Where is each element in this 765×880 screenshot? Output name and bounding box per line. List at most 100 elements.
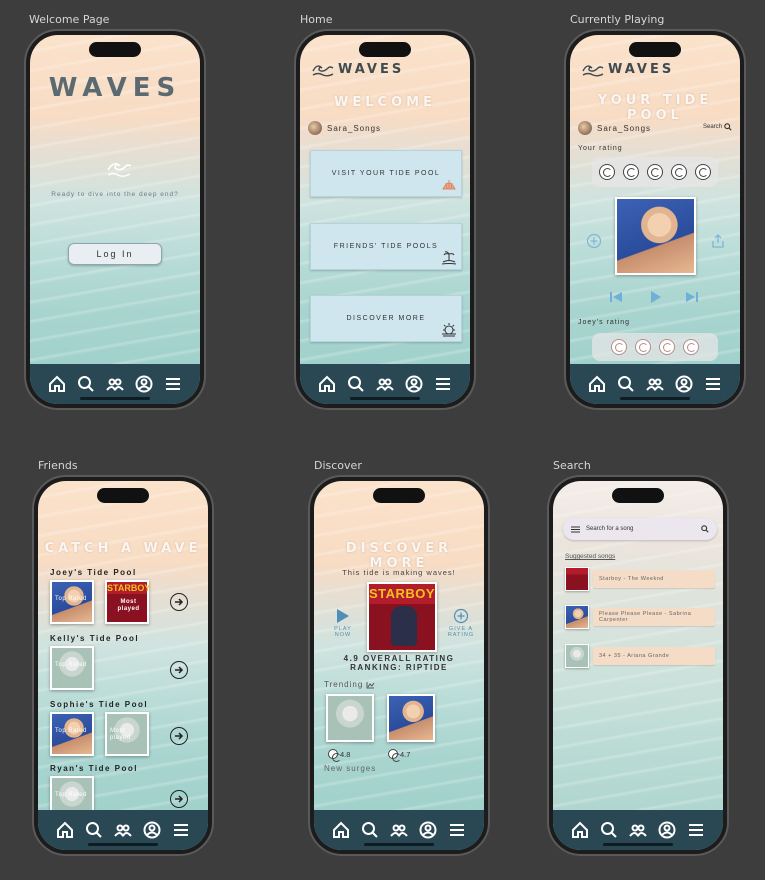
search-placeholder: Search for a song [586, 526, 634, 532]
search-icon[interactable] [616, 374, 636, 394]
search-icon[interactable] [346, 374, 366, 394]
frame-label-home: Home [300, 13, 333, 26]
add-circle-icon[interactable] [586, 233, 602, 249]
search-icon[interactable] [76, 374, 96, 394]
rating-swirl-icon[interactable] [671, 164, 687, 180]
open-pool-arrow-icon[interactable] [170, 727, 188, 745]
play-now-label[interactable]: PLAY NOW [326, 626, 360, 638]
friends-icon[interactable] [389, 820, 409, 840]
suggested-song[interactable]: Starboy - The Weeknd [593, 570, 715, 588]
suggested-song[interactable]: Please Please Please - Sabrina Carpenter [593, 608, 715, 626]
profile-icon[interactable] [657, 820, 677, 840]
tile-label: Most played [110, 728, 131, 741]
menu-icon[interactable] [433, 374, 453, 394]
menu-icon[interactable] [703, 374, 723, 394]
search-link[interactable]: Search [703, 123, 732, 131]
album-art [615, 197, 696, 275]
login-button[interactable]: Log In [68, 243, 162, 265]
home-icon[interactable] [55, 820, 75, 840]
friends-icon[interactable] [645, 374, 665, 394]
tile-label: Top Rated [55, 792, 87, 798]
song-thumb[interactable] [565, 605, 589, 629]
rating-swirl-icon[interactable] [647, 164, 663, 180]
frame-label-playing: Currently Playing [570, 13, 665, 26]
tile-most-played[interactable]: Most played [105, 712, 149, 756]
song-thumb[interactable] [565, 644, 589, 668]
open-pool-arrow-icon[interactable] [170, 593, 188, 611]
search-icon[interactable] [360, 820, 380, 840]
add-circle-icon[interactable] [453, 608, 469, 624]
tile-top-rated[interactable]: Top Rated [50, 646, 94, 690]
playing-heading: YOUR TIDE POOL [597, 93, 713, 123]
bottom-navbar [314, 810, 484, 850]
tile-top-rated[interactable]: Top Rated [50, 580, 94, 624]
overall-rating: 4.9 OVERALL RATING RANKING: RIPTIDE [314, 654, 484, 672]
profile-icon[interactable] [674, 374, 694, 394]
rating-swirl-icon[interactable] [623, 164, 639, 180]
profile-icon[interactable] [134, 374, 154, 394]
menu-icon[interactable] [686, 820, 706, 840]
your-rating-widget[interactable] [592, 157, 718, 187]
rating-swirl-icon[interactable] [599, 164, 615, 180]
profile-icon[interactable] [404, 374, 424, 394]
open-pool-arrow-icon[interactable] [170, 661, 188, 679]
friends-icon[interactable] [105, 374, 125, 394]
friends-tide-pools-label: FRIENDS' TIDE POOLS [333, 243, 439, 250]
friends-screen: CATCH A WAVE Joey's Tide Pool Top Rated … [38, 481, 208, 850]
give-rating-label[interactable]: GIVE A RATING [442, 626, 480, 638]
pool-title-kelly: Kelly's Tide Pool [50, 634, 140, 643]
rating-swirl-icon[interactable] [695, 164, 711, 180]
phone-home: WAVES WELCOME Sara_Songs VISIT YOUR TIDE… [294, 29, 476, 410]
search-icon[interactable] [599, 820, 619, 840]
tile-label: Top Rated [55, 662, 87, 668]
profile-icon[interactable] [142, 820, 162, 840]
user-row[interactable]: Sara_Songs [578, 121, 651, 135]
trending-text: Trending [324, 680, 364, 689]
friend-rating-widget [592, 333, 718, 361]
friends-icon[interactable] [375, 374, 395, 394]
share-icon[interactable] [710, 233, 726, 249]
wave-logo-icon [312, 65, 334, 77]
username: Sara_Songs [327, 123, 382, 133]
your-rating-label: Your rating [578, 145, 623, 152]
phone-friends: CATCH A WAVE Joey's Tide Pool Top Rated … [32, 475, 214, 856]
profile-icon[interactable] [418, 820, 438, 840]
swirl-icon [388, 749, 401, 762]
bottom-navbar [300, 364, 470, 404]
home-icon[interactable] [47, 374, 67, 394]
home-icon[interactable] [317, 374, 337, 394]
menu-icon[interactable] [163, 374, 183, 394]
home-icon[interactable] [587, 374, 607, 394]
friends-icon[interactable] [113, 820, 133, 840]
frame-label-friends: Friends [38, 459, 78, 472]
user-row[interactable]: Sara_Songs [308, 121, 381, 135]
search-icon[interactable] [701, 525, 709, 533]
search-input[interactable]: Search for a song [563, 518, 717, 540]
menu-icon[interactable] [571, 526, 580, 533]
open-pool-arrow-icon[interactable] [170, 790, 188, 808]
search-icon[interactable] [84, 820, 104, 840]
tile-top-rated[interactable]: Top Rated [50, 712, 94, 756]
tile-most-played[interactable]: STARBOY Most played [105, 580, 150, 624]
friends-icon[interactable] [628, 820, 648, 840]
previous-icon[interactable] [608, 289, 624, 305]
play-icon[interactable] [647, 289, 663, 305]
visit-tide-pool-button[interactable]: VISIT YOUR TIDE POOL [310, 150, 462, 197]
swirl-icon [328, 749, 341, 762]
discover-subtitle: This tide is making waves! [342, 568, 456, 577]
friends-tide-pools-button[interactable]: FRIENDS' TIDE POOLS [310, 223, 462, 270]
play-icon[interactable] [334, 608, 350, 624]
menu-icon[interactable] [447, 820, 467, 840]
suggested-song[interactable]: 34 + 35 - Ariana Grande [593, 647, 715, 665]
next-icon[interactable] [684, 289, 700, 305]
trending-art[interactable] [387, 694, 435, 742]
discover-more-button[interactable]: DISCOVER MORE [310, 295, 462, 342]
phone-playing: WAVES YOUR TIDE POOL Sara_Songs Search Y… [564, 29, 746, 410]
discover-more-label: DISCOVER MORE [346, 315, 426, 322]
song-thumb[interactable] [565, 567, 589, 591]
home-icon[interactable] [570, 820, 590, 840]
menu-icon[interactable] [171, 820, 191, 840]
trending-art[interactable] [326, 694, 374, 742]
home-icon[interactable] [331, 820, 351, 840]
friends-heading: CATCH A WAVE [44, 541, 202, 556]
